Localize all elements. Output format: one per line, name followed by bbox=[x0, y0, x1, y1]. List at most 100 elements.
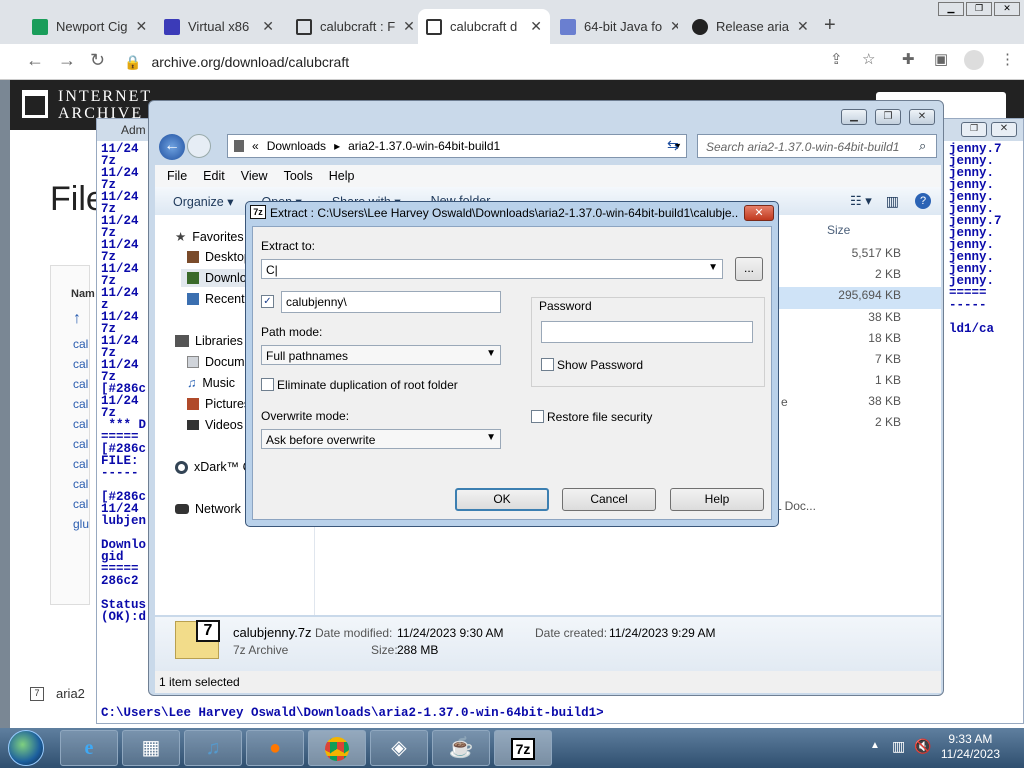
java-icon[interactable]: ☕ bbox=[432, 730, 490, 766]
restore-security-checkbox[interactable] bbox=[531, 410, 544, 423]
system-clock[interactable]: 9:33 AM 11/24/2023 bbox=[941, 732, 1000, 762]
internet-explorer-icon[interactable]: e bbox=[60, 730, 118, 766]
eliminate-duplication-checkbox[interactable] bbox=[261, 378, 274, 391]
virtualbox-icon[interactable]: ◈ bbox=[370, 730, 428, 766]
dialog-close-button[interactable]: ✕ bbox=[744, 205, 774, 221]
close-icon[interactable]: ✕ bbox=[262, 18, 274, 35]
preview-pane-icon[interactable]: ▥ bbox=[886, 193, 899, 210]
address-bar[interactable]: 🔒 archive.org/download/calubcraft bbox=[124, 48, 884, 76]
overwrite-mode-select[interactable]: Ask before overwrite ▼ bbox=[261, 429, 501, 449]
reload-icon[interactable]: ↻ bbox=[90, 50, 105, 71]
help-button[interactable]: Help bbox=[670, 488, 764, 511]
refresh-icon[interactable]: ⇆ bbox=[667, 137, 679, 154]
nav-xdark[interactable]: xDark™ C bbox=[175, 460, 252, 474]
menu-view[interactable]: View bbox=[241, 169, 268, 183]
show-password-checkbox[interactable] bbox=[541, 358, 554, 371]
close-window-button[interactable]: ✕ bbox=[994, 2, 1020, 16]
column-header-size[interactable]: Size bbox=[827, 223, 850, 237]
forward-button[interactable] bbox=[187, 134, 211, 158]
breadcrumb-downloads[interactable]: Downloads bbox=[267, 139, 326, 153]
cmd-prompt-line[interactable]: C:\Users\Lee Harvey Oswald\Downloads\ari… bbox=[101, 707, 604, 720]
path-mode-select[interactable]: Full pathnames ▼ bbox=[261, 345, 501, 365]
search-input[interactable]: Search aria2-1.37.0-win-64bit-build1 bbox=[697, 134, 937, 158]
parent-dir-icon[interactable]: ↑ bbox=[73, 310, 81, 328]
file-link[interactable]: cal bbox=[73, 434, 89, 454]
ia-logo-text[interactable]: INTERNET ARCHIVE bbox=[58, 88, 152, 122]
maximize-button[interactable]: ❐ bbox=[966, 2, 992, 16]
nav-network[interactable]: Network bbox=[175, 502, 241, 516]
close-icon[interactable]: ✕ bbox=[670, 18, 678, 35]
explorer-close-button[interactable]: ✕ bbox=[909, 109, 935, 125]
close-icon[interactable]: ✕ bbox=[403, 18, 414, 35]
file-link[interactable]: cal bbox=[73, 334, 89, 354]
browse-button[interactable]: ... bbox=[735, 257, 763, 281]
file-link[interactable]: cal bbox=[73, 374, 89, 394]
help-icon[interactable]: ? bbox=[915, 193, 931, 209]
nav-pictures[interactable]: Pictures bbox=[187, 397, 250, 411]
file-link[interactable]: cal bbox=[73, 354, 89, 374]
menu-edit[interactable]: Edit bbox=[203, 169, 225, 183]
file-link[interactable]: cal bbox=[73, 474, 89, 494]
menu-tools[interactable]: Tools bbox=[284, 169, 313, 183]
nav-documents[interactable]: Docum bbox=[187, 355, 245, 369]
sevenzip-taskbar-button[interactable]: 7z bbox=[494, 730, 552, 766]
cmd-close-button[interactable]: ✕ bbox=[991, 122, 1017, 137]
nav-recent[interactable]: Recent bbox=[187, 292, 245, 306]
cancel-button[interactable]: Cancel bbox=[562, 488, 656, 511]
nav-libraries[interactable]: Libraries bbox=[175, 334, 243, 348]
explorer-minimize-button[interactable]: ▁ bbox=[841, 109, 867, 125]
nav-videos[interactable]: Videos bbox=[187, 418, 243, 432]
close-icon[interactable]: ✕ bbox=[136, 18, 148, 35]
file-link[interactable]: cal bbox=[73, 394, 89, 414]
password-input[interactable] bbox=[541, 321, 753, 343]
breadcrumb-overflow[interactable]: « bbox=[252, 139, 259, 153]
file-link[interactable]: cal bbox=[73, 494, 89, 514]
tab-release-aria[interactable]: Release aria ✕ bbox=[684, 9, 810, 44]
itunes-icon[interactable]: ♫ bbox=[184, 730, 242, 766]
ok-button[interactable]: OK bbox=[455, 488, 549, 511]
nav-desktop[interactable]: Desktop bbox=[187, 250, 251, 264]
star-icon[interactable]: ☆ bbox=[862, 50, 875, 68]
menu-help[interactable]: Help bbox=[329, 169, 355, 183]
extensions-icon[interactable]: ✚ bbox=[902, 50, 915, 68]
network-tray-icon[interactable]: ▥ bbox=[892, 738, 905, 755]
view-options-icon[interactable]: ☷ ▾ bbox=[850, 193, 872, 209]
tray-chevron-icon[interactable]: ▲ bbox=[870, 740, 880, 751]
breadcrumb-aria2-folder[interactable]: aria2-1.37.0-win-64bit-build1 bbox=[348, 139, 500, 153]
organize-button[interactable]: Organize ▾ bbox=[173, 194, 233, 209]
nav-favorites[interactable]: ★ Favorites bbox=[175, 229, 244, 245]
menu-file[interactable]: File bbox=[167, 169, 187, 183]
file-link[interactable]: cal bbox=[73, 454, 89, 474]
back-arrow-icon[interactable]: ← bbox=[26, 50, 44, 71]
side-panel-icon[interactable]: ▣ bbox=[934, 50, 948, 68]
nav-music[interactable]: ♫ Music bbox=[187, 376, 235, 390]
forward-arrow-icon[interactable]: → bbox=[58, 50, 76, 71]
subfolder-checkbox[interactable]: ✓ bbox=[261, 295, 274, 308]
chrome-icon[interactable] bbox=[308, 730, 366, 766]
subfolder-input[interactable]: calubjenny\ bbox=[281, 291, 501, 313]
extract-to-input[interactable]: C| ▼ bbox=[261, 259, 723, 279]
download-bar[interactable]: 7 aria2 bbox=[30, 686, 85, 701]
back-button[interactable]: ← bbox=[159, 134, 185, 160]
file-link[interactable]: glu bbox=[73, 514, 89, 534]
archive-app-icon[interactable]: ▦ bbox=[122, 730, 180, 766]
tab-java[interactable]: 64-bit Java fo ✕ bbox=[552, 9, 678, 44]
start-button[interactable] bbox=[8, 730, 44, 766]
breadcrumb[interactable]: « Downloads ▸ aria2-1.37.0-win-64bit-bui… bbox=[227, 134, 687, 158]
chevron-down-icon[interactable]: ▼ bbox=[708, 262, 718, 273]
tab-calubcraft-active[interactable]: calubcraft d ✕ bbox=[418, 9, 550, 44]
menu-dots-icon[interactable]: ⋮ bbox=[1000, 50, 1015, 68]
share-icon[interactable]: ⇪ bbox=[830, 50, 843, 68]
cmd-maximize-button[interactable]: ❐ bbox=[961, 122, 987, 137]
file-link[interactable]: cal bbox=[73, 414, 89, 434]
explorer-maximize-button[interactable]: ❐ bbox=[875, 109, 901, 125]
tab-virtual-x86[interactable]: Virtual x86 ✕ bbox=[156, 9, 282, 44]
close-icon[interactable]: ✕ bbox=[530, 18, 542, 35]
volume-muted-icon[interactable]: 🔇 bbox=[914, 738, 931, 755]
close-icon[interactable]: ✕ bbox=[797, 18, 809, 35]
firefox-icon[interactable]: ● bbox=[246, 730, 304, 766]
tab-newport[interactable]: Newport Cig ✕ bbox=[24, 9, 150, 44]
minimize-button[interactable]: ▁ bbox=[938, 2, 964, 16]
new-tab-button[interactable]: + bbox=[824, 14, 836, 37]
tab-calubcraft-1[interactable]: calubcraft : F ✕ bbox=[288, 9, 414, 44]
